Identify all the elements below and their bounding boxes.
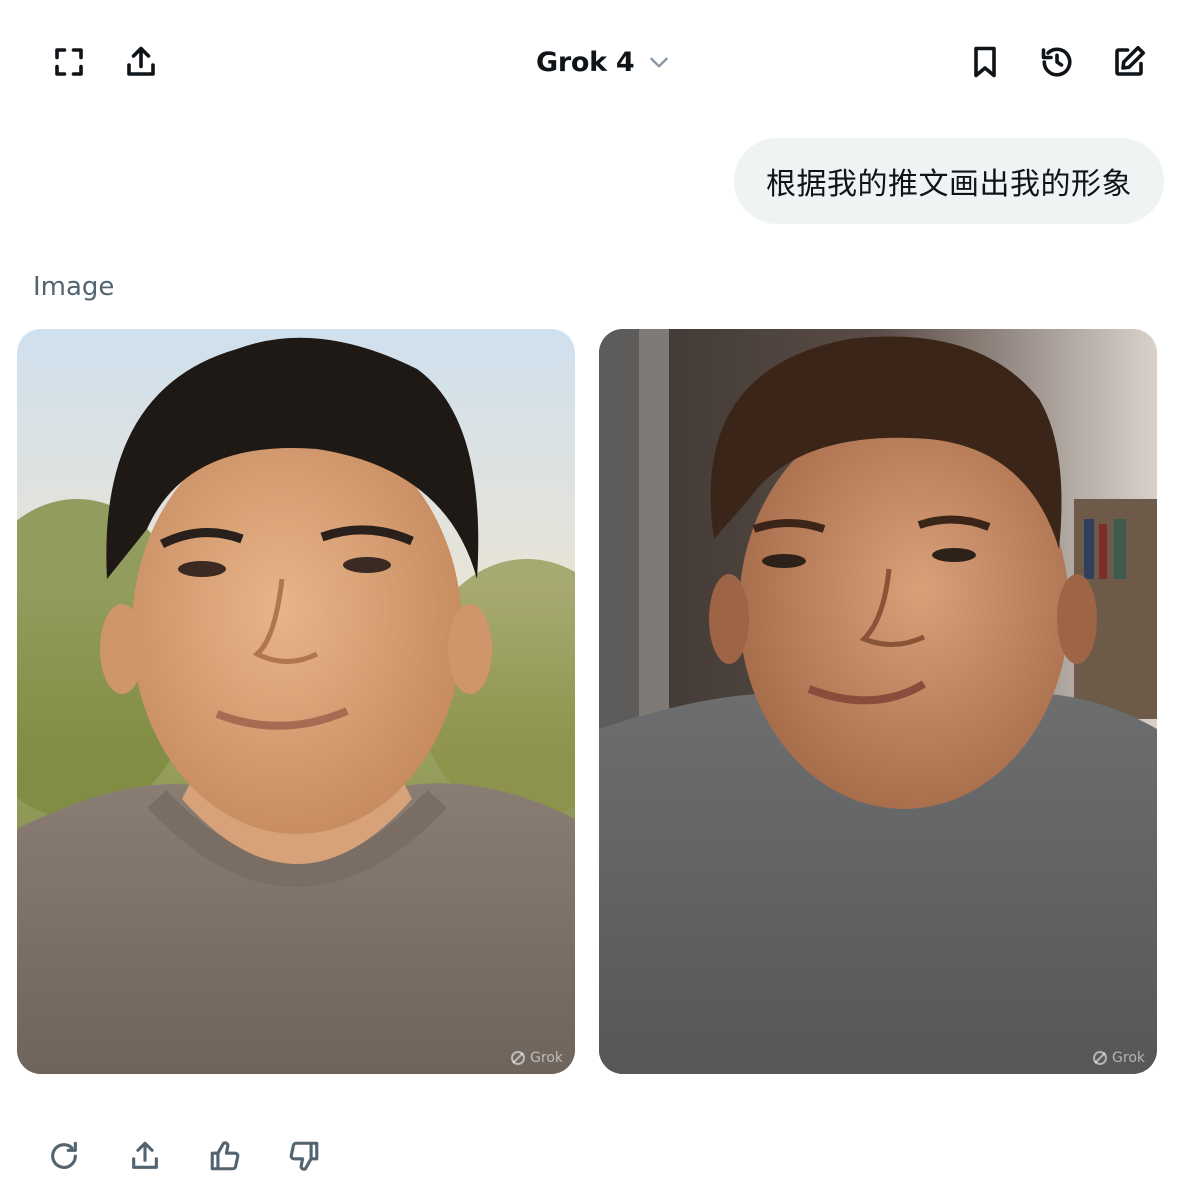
portrait-image xyxy=(599,329,1157,1074)
grok-logo-icon xyxy=(1093,1051,1108,1065)
fullscreen-icon xyxy=(55,48,83,76)
like-button[interactable] xyxy=(201,1132,249,1180)
dislike-button[interactable] xyxy=(280,1132,328,1180)
history-button[interactable] xyxy=(1033,38,1081,86)
thumbs-down-icon xyxy=(289,1141,319,1171)
share-button[interactable] xyxy=(117,38,165,86)
generated-image-1[interactable]: Grok xyxy=(17,329,575,1074)
share-response-button[interactable] xyxy=(121,1132,169,1180)
bookmark-button[interactable] xyxy=(961,38,1009,86)
regenerate-button[interactable] xyxy=(40,1132,88,1180)
top-bar: Grok 4 xyxy=(0,0,1188,124)
watermark: Grok xyxy=(1092,1050,1145,1066)
edit-icon xyxy=(1115,45,1146,76)
watermark: Grok xyxy=(510,1050,563,1066)
portrait-image xyxy=(17,329,575,1074)
watermark-text: Grok xyxy=(1112,1050,1145,1066)
chevron-down-icon xyxy=(650,57,669,68)
fullscreen-button[interactable] xyxy=(45,38,93,86)
new-chat-button[interactable] xyxy=(1105,38,1153,86)
share-icon xyxy=(127,46,155,76)
share-icon xyxy=(132,1141,158,1169)
model-name: Grok 4 xyxy=(536,46,635,78)
history-icon xyxy=(1041,47,1072,77)
thumbs-up-icon xyxy=(210,1141,240,1171)
user-message-bubble: 根据我的推文画出我的形象 xyxy=(734,138,1164,224)
model-selector[interactable]: Grok 4 xyxy=(536,40,672,84)
regenerate-icon xyxy=(51,1141,77,1169)
bookmark-icon xyxy=(974,46,996,78)
response-label: Image xyxy=(33,272,115,302)
watermark-text: Grok xyxy=(530,1050,563,1066)
generated-image-2[interactable]: Grok xyxy=(599,329,1157,1074)
grok-logo-icon xyxy=(511,1051,526,1065)
